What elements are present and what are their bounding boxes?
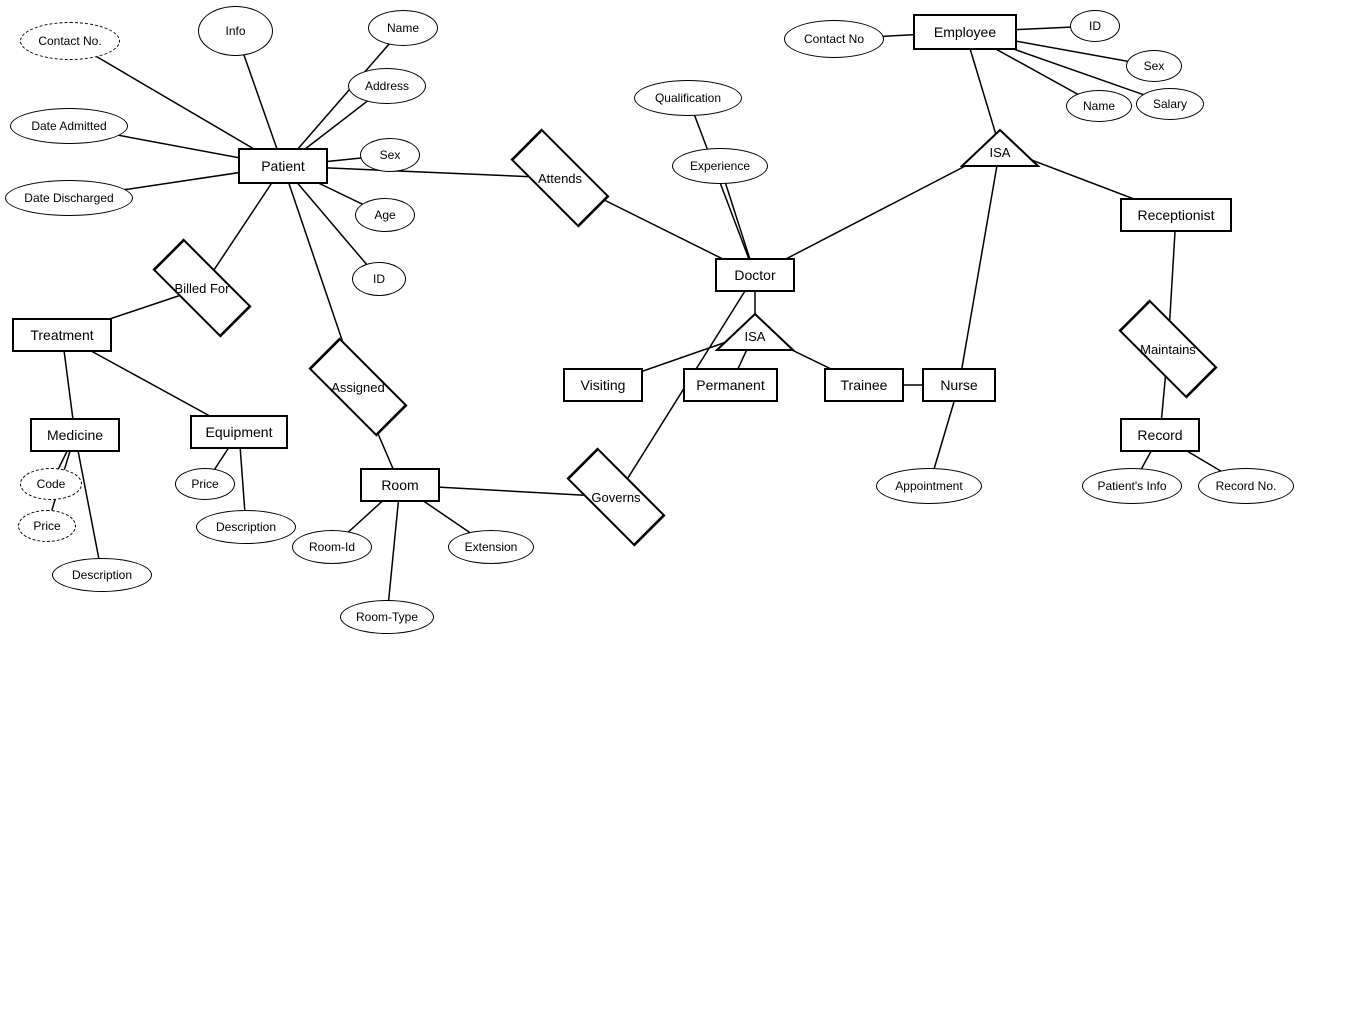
attribute-date_discharged: Date Discharged [5,180,133,216]
attribute-date_admitted: Date Admitted [10,108,128,144]
attribute-sex_patient: Sex [360,138,420,172]
attribute-desc_medicine: Description [52,558,152,592]
attribute-price_equip: Price [175,468,235,500]
attribute-id_patient: ID [352,262,406,296]
attribute-experience: Experience [672,148,768,184]
isa-isa_doctor: ISA [715,312,795,352]
entity-patient: Patient [238,148,328,184]
attribute-name_emp: Name [1066,90,1132,122]
attribute-contact_no_patient: Contact No. [20,22,120,60]
attribute-sex_emp: Sex [1126,50,1182,82]
attribute-age: Age [355,198,415,232]
attribute-extension: Extension [448,530,534,564]
attribute-salary: Salary [1136,88,1204,120]
entity-medicine: Medicine [30,418,120,452]
attribute-address: Address [348,68,426,104]
relationship-billed_for: Billed For [152,258,252,318]
entity-employee: Employee [913,14,1017,50]
entity-treatment: Treatment [12,318,112,352]
isa-isa_employee: ISA [960,128,1040,168]
attribute-room_type: Room-Type [340,600,434,634]
attribute-id_emp: ID [1070,10,1120,42]
attribute-qualification: Qualification [634,80,742,116]
entity-room: Room [360,468,440,502]
attribute-desc_equip: Description [196,510,296,544]
er-diagram: Patient Treatment Medicine Equipment Room Doc… [0,0,1367,703]
attribute-code_medicine: Code [20,468,82,500]
attribute-room_id: Room-Id [292,530,372,564]
entity-equipment: Equipment [190,415,288,449]
attribute-contact_no_emp: Contact No [784,20,884,58]
entity-doctor: Doctor [715,258,795,292]
entity-visiting: Visiting [563,368,643,402]
attribute-price_medicine: Price [18,510,76,542]
relationship-attends: Attends [510,148,610,208]
relationship-assigned: Assigned [310,358,406,416]
attribute-info: Info [198,6,273,56]
relationship-governs: Governs [568,468,664,526]
attribute-name_patient: Name [368,10,438,46]
